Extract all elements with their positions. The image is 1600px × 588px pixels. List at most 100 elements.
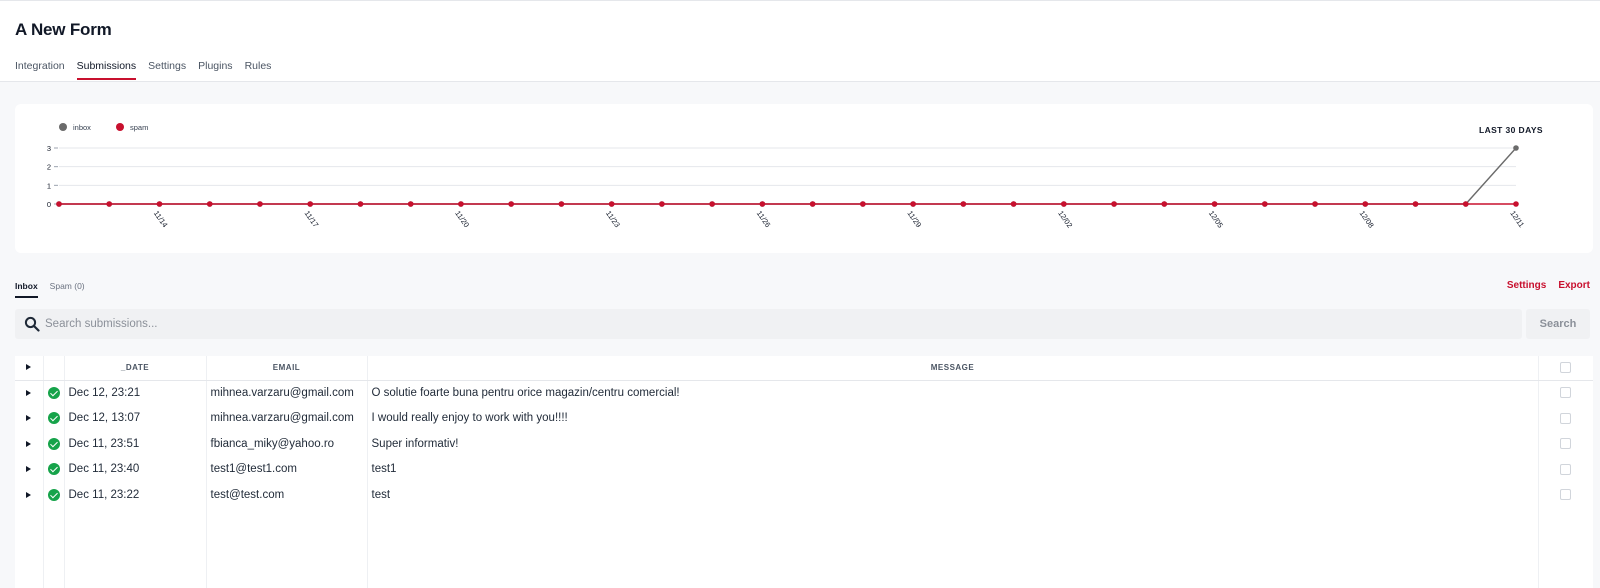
checkbox-cell [1538, 406, 1593, 432]
table-empty-space [15, 507, 1593, 588]
data-point-spam [508, 201, 514, 207]
caret-right-icon [26, 390, 32, 396]
checkbox-cell [1538, 431, 1593, 457]
message-cell: O solutie foarte buna pentru orice magaz… [367, 380, 1539, 406]
message-cell: Super informativ! [367, 431, 1539, 457]
status-column-header [43, 356, 65, 381]
caret-right-icon [26, 364, 32, 371]
data-point-spam [1462, 201, 1469, 207]
x-tick-label: 12/05 [1207, 209, 1225, 230]
legend-marker-inbox [59, 123, 67, 131]
data-point-spam [1211, 201, 1218, 207]
row-checkbox[interactable] [1560, 412, 1572, 424]
tab-plugins[interactable]: Plugins [198, 60, 232, 80]
checkbox-cell [1538, 457, 1593, 483]
x-tick-label: 11/23 [604, 209, 622, 229]
submissions-chart-card: 0 1 2 3 11/14 11/17 11/20 11/23 11/26 11/29 12/02 1… [15, 104, 1593, 253]
check-circle-icon [47, 386, 60, 399]
settings-link[interactable]: Settings [1507, 280, 1546, 291]
x-tick-label: 12/02 [1056, 209, 1074, 230]
page-title: A New Form [15, 20, 112, 39]
table-row[interactable]: Dec 11, 23:22 test@test.com test [15, 482, 1593, 508]
email-cell: test1@test1.com [206, 456, 368, 482]
row-checkbox[interactable] [1560, 463, 1572, 475]
row-checkbox[interactable] [1560, 387, 1572, 399]
table-row[interactable]: Dec 12, 13:07 mihnea.varzaru@gmail.com I… [15, 405, 1593, 432]
column-header-date[interactable]: _DATE [64, 356, 207, 381]
date-cell: Dec 11, 23:51 [64, 431, 207, 457]
table-row[interactable]: Dec 11, 23:40 test1@test1.com test1 [15, 456, 1593, 483]
y-tick-label: 3 [47, 144, 51, 153]
tab-spam[interactable]: Spam (0) [50, 281, 85, 298]
x-tick-label: 11/14 [152, 209, 170, 229]
email-cell: mihnea.varzaru@gmail.com [206, 380, 368, 406]
y-tick-label: 2 [47, 163, 51, 172]
message-cell: I would really enjoy to work with you!!!… [367, 405, 1539, 431]
x-tick-label: 12/08 [1358, 209, 1376, 230]
form-tabs: Integration Submissions Settings Plugins… [15, 60, 271, 80]
caret-right-icon [26, 415, 32, 422]
caret-right-icon [26, 440, 32, 447]
data-point-spam [156, 201, 163, 207]
search-bar [15, 309, 1522, 339]
status-cell [43, 380, 65, 406]
data-point-spam [1061, 201, 1067, 207]
export-link[interactable]: Export [1558, 280, 1590, 291]
search-button[interactable]: Search [1526, 309, 1590, 339]
submission-actions: Settings Export [1507, 280, 1590, 291]
date-cell: Dec 11, 23:22 [64, 482, 207, 508]
row-expand-toggle[interactable] [15, 405, 44, 431]
tab-inbox[interactable]: Inbox [15, 281, 38, 298]
data-point-spam [1362, 201, 1369, 207]
email-cell: mihnea.varzaru@gmail.com [206, 405, 368, 431]
select-all-checkbox[interactable] [1560, 362, 1572, 374]
tab-submissions[interactable]: Submissions [76, 60, 137, 80]
data-point-spam [960, 201, 967, 207]
x-tick-label: 11/20 [453, 209, 471, 229]
status-cell [43, 431, 65, 457]
data-point-spam [257, 201, 263, 207]
x-tick-label: 11/26 [755, 209, 773, 229]
chart-range-label: LAST 30 DAYS [1478, 125, 1543, 135]
column-header-message[interactable]: MESSAGE [367, 356, 1539, 381]
date-cell: Dec 11, 23:40 [64, 456, 207, 482]
row-expand-toggle[interactable] [15, 431, 44, 457]
date-cell: Dec 12, 13:07 [64, 405, 207, 431]
date-cell: Dec 12, 23:21 [64, 380, 207, 406]
message-cell: test1 [367, 456, 1539, 482]
row-checkbox[interactable] [1560, 489, 1572, 501]
data-point-spam [809, 201, 816, 207]
y-tick-label: 0 [47, 200, 51, 209]
data-point-spam [558, 201, 565, 207]
data-point-spam [407, 201, 414, 207]
data-point-spam [860, 201, 866, 207]
status-cell [43, 405, 65, 431]
submissions-table: _DATE EMAIL MESSAGE Dec 12, 23:21 mihnea… [15, 356, 1593, 588]
email-cell: fbianca_miky@yahoo.ro [206, 431, 368, 457]
search-icon [24, 316, 40, 332]
data-point-spam [1312, 201, 1318, 207]
expand-all-toggle[interactable] [15, 356, 44, 381]
legend-label-inbox: inbox [73, 123, 91, 132]
data-point-spam [1161, 201, 1168, 207]
row-expand-toggle[interactable] [15, 380, 44, 406]
row-checkbox[interactable] [1560, 438, 1572, 450]
row-expand-toggle[interactable] [15, 456, 44, 482]
data-point-spam [1513, 201, 1519, 207]
table-row[interactable]: Dec 11, 23:51 fbianca_miky@yahoo.ro Supe… [15, 431, 1593, 457]
check-circle-icon [47, 488, 60, 501]
data-point-spam [1261, 201, 1268, 207]
caret-right-icon [26, 491, 32, 498]
column-header-email[interactable]: EMAIL [206, 356, 368, 381]
search-input[interactable] [45, 309, 1505, 339]
tab-settings[interactable]: Settings [148, 60, 186, 80]
series-line-inbox [59, 147, 1517, 205]
table-row[interactable]: Dec 12, 23:21 mihnea.varzaru@gmail.com O… [15, 380, 1593, 406]
status-cell [43, 482, 65, 508]
row-expand-toggle[interactable] [15, 482, 44, 508]
data-point-inbox [1513, 145, 1519, 151]
legend-marker-spam [116, 123, 124, 131]
data-point-spam [608, 201, 615, 207]
tab-integration[interactable]: Integration [15, 60, 65, 80]
tab-rules[interactable]: Rules [245, 60, 272, 80]
